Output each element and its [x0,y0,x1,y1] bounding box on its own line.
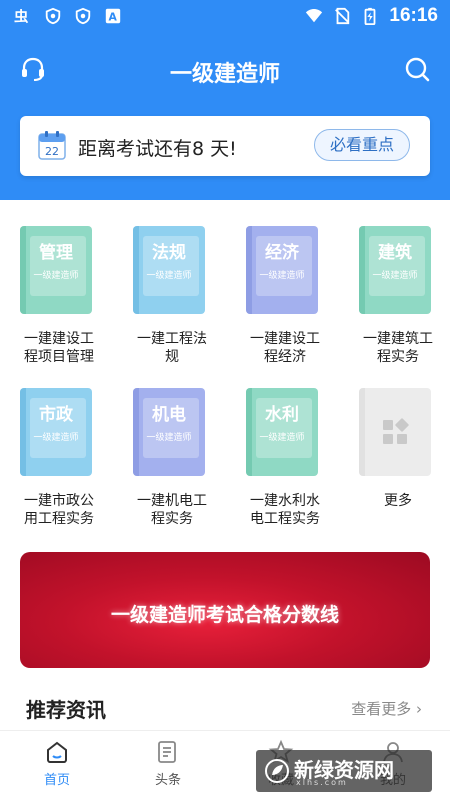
a-badge-icon: A [105,8,121,24]
subject-caption: 一建水利水电工程实务 [250,493,320,527]
subject-caption: 一建建筑工程实务 [363,331,433,365]
tab-label: 首页 [43,773,70,788]
news-icon [158,741,176,763]
shield-icon [75,7,91,25]
site-watermark: 新绿资源网 xlhs.com [256,750,432,792]
book-subtitle: 一级建造师 [146,433,192,443]
book-cover: 管理 一级建造师 [20,226,92,314]
exam-countdown-card: 22 距离考试还有8 天! 必看重点 [20,116,430,176]
book-cover: 经济 一级建造师 [246,226,318,314]
svg-text:虫: 虫 [14,7,29,25]
chevron-right-icon: › [416,700,422,718]
book-tag: 市政 [39,405,73,425]
book-cover: 法规 一级建造师 [133,226,205,314]
wifi-icon [306,9,323,23]
status-bar: 虫 A 16:16 [0,0,450,34]
subject-caption: 一建建设工程项目管理 [24,331,94,365]
app-notification-icon: 虫 [14,7,29,25]
must-read-button[interactable]: 必看重点 [314,129,410,161]
countdown-text: 距离考试还有8 天! [78,138,237,160]
banner-text: 一级建造师考试合格分数线 [110,604,339,626]
book-subtitle: 一级建造师 [33,271,79,281]
subject-caption: 更多 [384,493,412,509]
shield-icon [45,7,61,25]
book-subtitle: 一级建造师 [259,433,305,443]
book-tag: 水利 [265,405,299,425]
calendar-icon: 22 [38,131,66,160]
search-icon[interactable] [402,54,432,84]
book-cover: 水利 一级建造师 [246,388,318,476]
view-more-link[interactable]: 查看更多 › [351,698,422,719]
battery-charging-icon [364,7,376,25]
section-title: 推荐资讯 [26,698,106,722]
tab-label: 头条 [154,773,181,788]
book-subtitle: 一级建造师 [259,271,305,281]
subject-caption: 一建工程法规 [137,331,207,365]
watermark-subtext: xlhs.com [296,778,348,787]
svg-text:A: A [109,11,118,24]
book-tag: 经济 [265,243,299,263]
book-cover: 市政 一级建造师 [20,388,92,476]
view-more-label: 查看更多 [351,700,412,718]
recommend-section-header: 推荐资讯 查看更多 › [26,692,426,722]
book-subtitle: 一级建造师 [372,271,418,281]
book-tag: 法规 [152,243,186,263]
subject-caption: 一建市政公用工程实务 [24,493,94,527]
book-subtitle: 一级建造师 [33,433,79,443]
book-cover [359,388,431,476]
book-tag: 建筑 [378,243,412,263]
home-icon [47,741,67,763]
grid-apps-icon [383,418,409,444]
subject-caption: 一建机电工程实务 [137,493,207,527]
calendar-day: 22 [45,145,59,158]
tab-headlines[interactable]: 头条 [133,739,203,788]
score-line-banner[interactable]: 一级建造师考试合格分数线 [20,552,430,668]
top-bar: 一级建造师 [0,52,450,92]
no-sim-icon [335,7,350,25]
leaf-logo-icon [265,759,289,783]
book-cover: 建筑 一级建造师 [359,226,431,314]
subject-caption: 一建建设工程经济 [250,331,320,365]
book-tag: 机电 [152,405,186,425]
page-title: 一级建造师 [169,62,280,87]
book-subtitle: 一级建造师 [146,271,192,281]
tab-home[interactable]: 首页 [22,739,92,788]
status-time: 16:16 [389,5,438,26]
book-cover: 机电 一级建造师 [133,388,205,476]
book-tag: 管理 [39,243,73,263]
